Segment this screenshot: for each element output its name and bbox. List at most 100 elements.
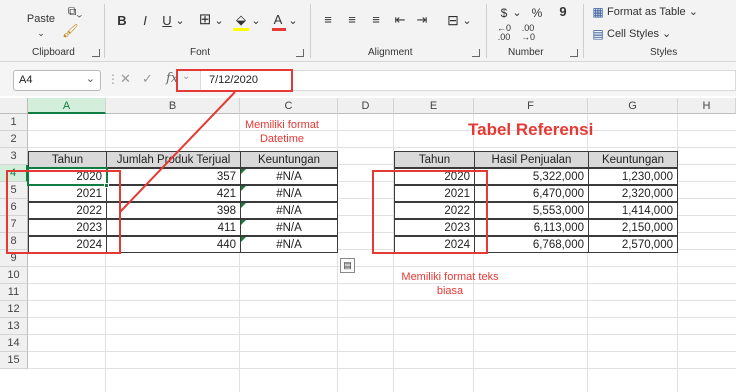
align-center-icon[interactable]: ≡ <box>344 11 360 29</box>
paste-options-icon[interactable]: ▤ <box>340 258 355 273</box>
ref-sales-cell[interactable]: 5,553,000 <box>474 202 589 219</box>
header-cell-jumlah-produk[interactable]: Jumlah Produk Terjual <box>106 151 241 168</box>
italic-button[interactable]: I <box>138 12 152 30</box>
column-header-c[interactable]: C <box>240 98 338 114</box>
row-header[interactable]: 1 <box>0 114 28 131</box>
underline-dropdown-icon[interactable]: ⌄ <box>175 12 185 30</box>
column-header-b[interactable]: B <box>106 98 240 114</box>
cancel-icon[interactable]: ✕ <box>120 71 131 87</box>
paste-dropdown-icon[interactable]: ⌄ <box>26 24 56 42</box>
clipboard-group-label: Clipboard <box>32 47 75 58</box>
row-header[interactable]: 14 <box>0 335 28 352</box>
header-cell-tahun[interactable]: Tahun <box>28 151 107 168</box>
profit-lookup-cell[interactable]: #N/A <box>240 185 338 202</box>
ref-sales-cell[interactable]: 5,322,000 <box>474 168 589 185</box>
cell-styles-icon[interactable]: ▤ <box>591 25 605 43</box>
underline-button[interactable]: U <box>160 12 174 30</box>
gridline-horizontal <box>28 351 736 352</box>
row-header[interactable]: 2 <box>0 131 28 148</box>
decrease-indent-icon[interactable]: ⇤ <box>392 11 408 29</box>
error-indicator-icon[interactable] <box>241 203 246 208</box>
error-indicator-icon[interactable] <box>241 186 246 191</box>
merge-dropdown-icon[interactable]: ⌄ <box>462 12 472 30</box>
merge-center-icon[interactable]: ⊟ <box>444 11 462 29</box>
increase-indent-icon[interactable]: ⇥ <box>414 11 430 29</box>
ref-header-tahun[interactable]: Tahun <box>394 151 475 168</box>
font-launcher-icon[interactable] <box>296 49 304 57</box>
ref-sales-cell[interactable]: 6,470,000 <box>474 185 589 202</box>
text-annotation-line1: Memiliki format teks <box>401 271 499 283</box>
error-indicator-icon[interactable] <box>241 237 246 242</box>
select-all-corner[interactable] <box>0 98 28 114</box>
format-painter-icon[interactable]: 🖌 <box>62 22 79 40</box>
format-as-table-label: Format as Table <box>607 6 686 18</box>
align-left-icon[interactable]: ≡ <box>320 11 336 29</box>
borders-dropdown-icon[interactable]: ⌄ <box>214 12 224 30</box>
quantity-cell[interactable]: 440 <box>106 236 241 253</box>
currency-dropdown-icon[interactable]: ⌄ <box>512 4 522 22</box>
alignment-launcher-icon[interactable] <box>472 49 480 57</box>
percent-button[interactable]: % <box>530 4 544 22</box>
row-header[interactable]: 12 <box>0 301 28 318</box>
format-as-table-button[interactable]: Format as Table ⌄ <box>607 3 717 21</box>
number-launcher-icon[interactable] <box>570 49 578 57</box>
decrease-decimal-icon[interactable]: .00 →0 <box>520 24 536 42</box>
profit-lookup-cell[interactable]: #N/A <box>240 168 338 185</box>
profit-lookup-cell[interactable]: #N/A <box>240 236 338 253</box>
currency-button[interactable]: $ <box>498 4 510 22</box>
column-header-g[interactable]: G <box>588 98 678 114</box>
ref-profit-cell[interactable]: 2,570,000 <box>588 236 678 253</box>
ref-sales-cell[interactable]: 6,768,000 <box>474 236 589 253</box>
header-cell-keuntungan[interactable]: Keuntungan <box>240 151 338 168</box>
align-right-icon[interactable]: ≡ <box>368 11 384 29</box>
enter-icon[interactable]: ✓ <box>142 71 153 87</box>
ribbon-separator <box>104 4 105 58</box>
row-header[interactable]: 15 <box>0 352 28 369</box>
column-header-d[interactable]: D <box>338 98 394 114</box>
profit-lookup-cell[interactable]: #N/A <box>240 219 338 236</box>
ref-profit-cell[interactable]: 2,150,000 <box>588 219 678 236</box>
row-header[interactable]: 11 <box>0 284 28 301</box>
quantity-cell[interactable]: 421 <box>106 185 241 202</box>
row-header[interactable]: 13 <box>0 318 28 335</box>
ref-profit-cell[interactable]: 1,414,000 <box>588 202 678 219</box>
error-indicator-icon[interactable] <box>241 169 246 174</box>
ref-profit-cell[interactable]: 1,230,000 <box>588 168 678 185</box>
font-color-button[interactable]: A <box>271 11 285 29</box>
increase-decimal-icon[interactable]: ←0.00 <box>496 24 512 42</box>
quantity-cell[interactable]: 357 <box>106 168 241 185</box>
fill-color-dropdown-icon[interactable]: ⌄ <box>251 12 261 30</box>
ref-sales-cell[interactable]: 6,113,000 <box>474 219 589 236</box>
ref-header-keuntungan[interactable]: Keuntungan <box>588 151 678 168</box>
formula-bar: A4 ⌄ ⋮ ✕ ✓ fx ⌄ 7/12/2020 <box>0 62 736 96</box>
ribbon: Paste ⌄ ⧉⌄ 🖌 Clipboard B I U ⌄ ⊞ ⌄ ⬙ ⌄ A… <box>0 0 736 62</box>
ribbon-separator <box>583 4 584 58</box>
cell-styles-button[interactable]: Cell Styles ⌄ <box>607 25 697 43</box>
font-color-dropdown-icon[interactable]: ⌄ <box>288 12 298 30</box>
column-header-h[interactable]: H <box>678 98 736 114</box>
quantity-cell[interactable]: 411 <box>106 219 241 236</box>
text-annotation-line2: biasa <box>436 285 464 297</box>
clipboard-launcher-icon[interactable] <box>92 49 100 57</box>
column-header-a[interactable]: A <box>28 98 106 114</box>
copy-icon[interactable]: ⧉⌄ <box>62 2 88 20</box>
name-box[interactable]: A4 ⌄ <box>13 70 101 91</box>
comma-button[interactable]: 9 <box>558 3 568 21</box>
row-header[interactable]: 10 <box>0 267 28 284</box>
gridline-horizontal <box>28 334 736 335</box>
format-as-table-icon[interactable]: ▦ <box>591 3 605 21</box>
fill-color-icon[interactable]: ⬙ <box>232 11 250 29</box>
row-header[interactable]: 3 <box>0 148 28 165</box>
ref-profit-cell[interactable]: 2,320,000 <box>588 185 678 202</box>
borders-icon[interactable]: ⊞ <box>196 11 214 29</box>
column-header-e[interactable]: E <box>394 98 474 114</box>
alignment-group-label: Alignment <box>368 47 413 58</box>
name-box-dropdown-icon[interactable]: ⌄ <box>86 72 95 85</box>
error-indicator-icon[interactable] <box>241 220 246 225</box>
bold-button[interactable]: B <box>115 12 129 30</box>
profit-lookup-cell[interactable]: #N/A <box>240 202 338 219</box>
column-header-f[interactable]: F <box>474 98 588 114</box>
quantity-cell[interactable]: 398 <box>106 202 241 219</box>
ref-header-hasil-penjualan[interactable]: Hasil Penjualan <box>474 151 589 168</box>
datetime-annotation: Memiliki format Datetime <box>222 118 342 146</box>
